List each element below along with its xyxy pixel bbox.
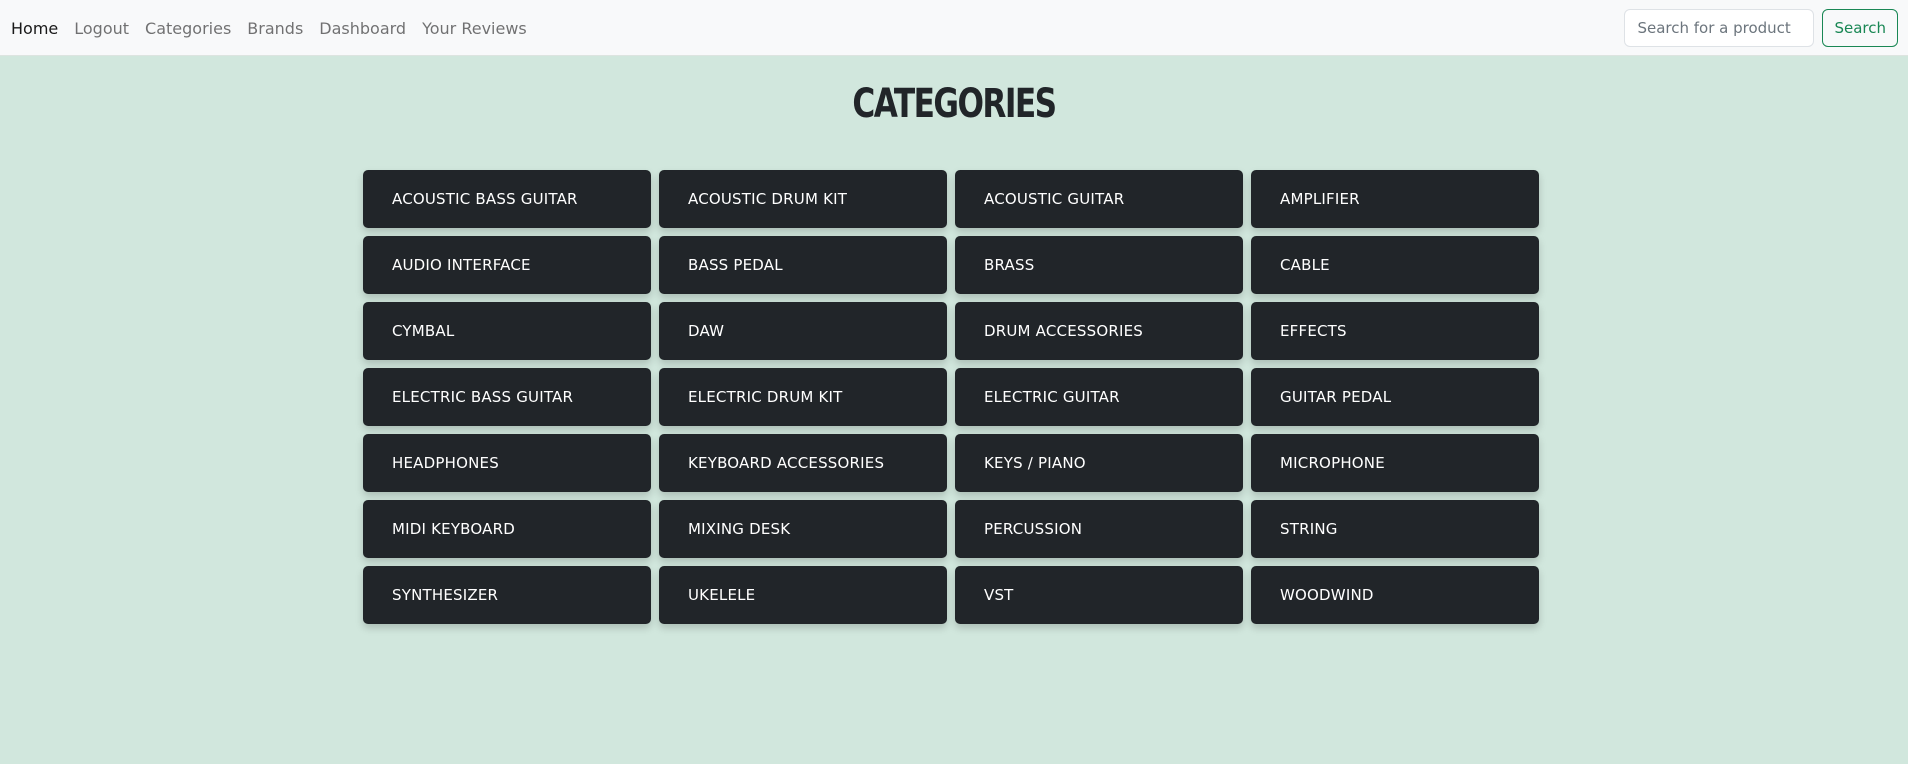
- search-input[interactable]: [1624, 9, 1815, 47]
- category-button[interactable]: BRASS: [955, 236, 1243, 294]
- category-button[interactable]: MIXING DESK: [659, 500, 947, 558]
- category-button[interactable]: KEYS / PIANO: [955, 434, 1243, 492]
- category-button[interactable]: GUITAR PEDAL: [1251, 368, 1539, 426]
- category-button[interactable]: DRUM ACCESSORIES: [955, 302, 1243, 360]
- categories-grid: ACOUSTIC BASS GUITAR ACOUSTIC DRUM KIT A…: [363, 170, 1540, 624]
- category-button[interactable]: VST: [955, 566, 1243, 624]
- category-button[interactable]: MICROPHONE: [1251, 434, 1539, 492]
- category-button[interactable]: CYMBAL: [363, 302, 651, 360]
- category-button[interactable]: AMPLIFIER: [1251, 170, 1539, 228]
- nav-dashboard-link[interactable]: Dashboard: [319, 19, 406, 38]
- nav-your-reviews-link[interactable]: Your Reviews: [422, 19, 527, 38]
- category-button[interactable]: EFFECTS: [1251, 302, 1539, 360]
- search-form: Search: [1624, 9, 1898, 47]
- category-button[interactable]: CABLE: [1251, 236, 1539, 294]
- category-button[interactable]: PERCUSSION: [955, 500, 1243, 558]
- category-button[interactable]: MIDI KEYBOARD: [363, 500, 651, 558]
- category-button[interactable]: DAW: [659, 302, 947, 360]
- category-button[interactable]: UKELELE: [659, 566, 947, 624]
- category-button[interactable]: ELECTRIC DRUM KIT: [659, 368, 947, 426]
- nav-categories-link[interactable]: Categories: [145, 19, 231, 38]
- nav-logout-link[interactable]: Logout: [74, 19, 129, 38]
- category-button[interactable]: STRING: [1251, 500, 1539, 558]
- nav-brands-link[interactable]: Brands: [247, 19, 303, 38]
- category-button[interactable]: BASS PEDAL: [659, 236, 947, 294]
- nav-links: Home Logout Categories Brands Dashboard …: [11, 0, 543, 56]
- category-button[interactable]: ACOUSTIC BASS GUITAR: [363, 170, 651, 228]
- page-title: CATEGORIES: [852, 81, 1057, 127]
- category-button[interactable]: ELECTRIC BASS GUITAR: [363, 368, 651, 426]
- category-button[interactable]: ACOUSTIC DRUM KIT: [659, 170, 947, 228]
- category-button[interactable]: ACOUSTIC GUITAR: [955, 170, 1243, 228]
- search-button[interactable]: Search: [1822, 9, 1898, 47]
- category-button[interactable]: SYNTHESIZER: [363, 566, 651, 624]
- nav-home-link[interactable]: Home: [11, 19, 58, 38]
- category-button[interactable]: KEYBOARD ACCESSORIES: [659, 434, 947, 492]
- category-button[interactable]: WOODWIND: [1251, 566, 1539, 624]
- category-button[interactable]: AUDIO INTERFACE: [363, 236, 651, 294]
- top-navbar: Home Logout Categories Brands Dashboard …: [0, 0, 1908, 56]
- category-button[interactable]: HEADPHONES: [363, 434, 651, 492]
- category-button[interactable]: ELECTRIC GUITAR: [955, 368, 1243, 426]
